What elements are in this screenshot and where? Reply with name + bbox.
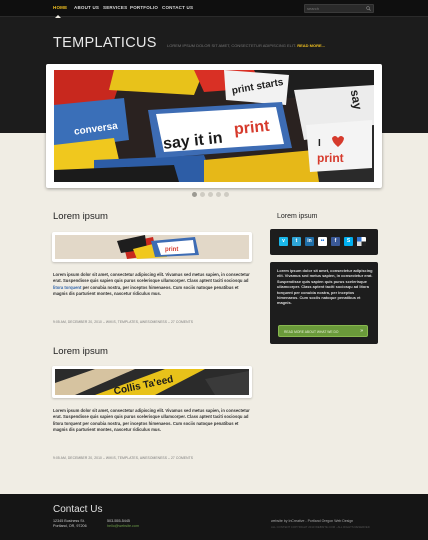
post-excerpt-text: Lorem ipsum dolor sit amet, consectetur … <box>53 272 250 284</box>
address-line-2: Portland, OR, 97206 <box>53 524 87 528</box>
read-more-about-button[interactable]: READ MORE ABOUT WHAT WE DO » <box>278 325 368 337</box>
facebook-icon[interactable]: f <box>331 237 340 246</box>
slide-image: print starts say it in print conversa I … <box>54 70 374 182</box>
twitter-icon[interactable]: t <box>292 237 301 246</box>
skype-icon[interactable]: S <box>344 237 353 246</box>
tagline-text: LOREM IPSUM DOLOR SIT AMET, CONSECTETUR … <box>167 43 297 48</box>
print-stickers-illustration: print starts say it in print conversa I … <box>54 70 374 182</box>
footer-email-link[interactable]: hello@website.com <box>107 524 139 529</box>
read-more-about-label: READ MORE ABOUT WHAT WE DO <box>284 329 339 334</box>
header-tagline: LOREM IPSUM DOLOR SIT AMET, CONSECTETUR … <box>167 43 325 48</box>
site-logo[interactable]: TEMPLATICUS <box>53 35 157 51</box>
vimeo-icon[interactable]: v <box>279 237 288 246</box>
footer-title: Contact Us <box>53 504 103 515</box>
slide-word-i: I <box>318 138 321 149</box>
search-box[interactable] <box>304 4 374 13</box>
slider-dot-5[interactable] <box>224 192 229 197</box>
post-thumbnail[interactable]: print <box>52 232 252 262</box>
sidebar-title: Lorem ipsum <box>277 213 318 220</box>
double-chevron-right-icon: » <box>360 328 363 334</box>
post-title[interactable]: Lorem ipsum <box>53 346 108 357</box>
post-thumbnail-image: print <box>55 235 249 259</box>
nav-item-portfolio[interactable]: PORTFOLIO <box>130 5 158 10</box>
top-navigation: HOME ABOUT US SERVICES PORTFOLIO CONTACT… <box>0 0 428 18</box>
slide-word-print-2: print <box>317 151 344 165</box>
nav-item-about-us[interactable]: ABOUT US <box>74 5 99 10</box>
post-excerpt-text-end: per conubia nostra, per inceptos himenae… <box>53 284 239 297</box>
post-excerpt-link[interactable]: litora torquent <box>53 285 81 290</box>
search-input[interactable] <box>307 5 365 12</box>
delicious-icon[interactable] <box>357 237 366 246</box>
footer-copyright: ALL CONTENT COPYRIGHT 2010 WEBSITE.COM -… <box>271 525 370 529</box>
nav-item-services[interactable]: SERVICES <box>103 5 127 10</box>
about-text: Lorem ipsum dolor sit amet, consectetur … <box>277 268 373 306</box>
slider-dot-2[interactable] <box>200 192 205 197</box>
footer <box>0 494 428 540</box>
read-more-link[interactable]: READ MORE... <box>297 43 325 48</box>
footer-address: 12345 Business St. Portland, OR, 97206 <box>53 519 87 529</box>
search-icon[interactable] <box>366 6 371 11</box>
post-excerpt: Lorem ipsum dolor sit amet, consectetur … <box>53 272 253 298</box>
slider-dot-4[interactable] <box>216 192 221 197</box>
linkedin-icon[interactable]: in <box>305 237 314 246</box>
active-nav-indicator <box>55 15 61 18</box>
post-title[interactable]: Lorem ipsum <box>53 211 108 222</box>
slider-dot-3[interactable] <box>208 192 213 197</box>
post-meta: 9:05 AM, DECEMBER 20, 2010 – WIKIS, TEMP… <box>53 456 194 460</box>
image-slider: print starts say it in print conversa I … <box>46 64 382 188</box>
post-excerpt: Lorem ipsum dolor sit amet, consectetur … <box>53 408 250 433</box>
post-thumbnail[interactable]: Collis Ta'eed <box>52 366 252 398</box>
social-links-box: v t in •• f S <box>270 229 378 255</box>
thumbnail-word-print: print <box>165 247 178 253</box>
footer-credit[interactable]: website by InCreative - Portland Oregon … <box>271 519 353 523</box>
post-meta: 9:05 AM, DECEMBER 20, 2010 – WIKIS, TEMP… <box>53 320 194 324</box>
slider-dot-1[interactable] <box>192 192 197 197</box>
nav-item-home[interactable]: HOME <box>53 5 67 10</box>
flickr-icon[interactable]: •• <box>318 237 327 246</box>
footer-contact: 503-555-5445 hello@website.com <box>107 519 139 529</box>
nav-item-contact-us[interactable]: CONTACT US <box>162 5 193 10</box>
post-thumbnail-image: Collis Ta'eed <box>55 369 249 395</box>
